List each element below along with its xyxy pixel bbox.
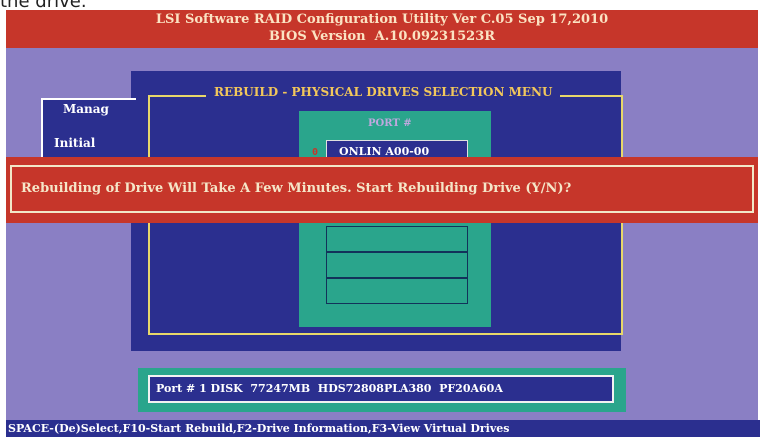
drive-slot-empty[interactable] <box>326 278 468 304</box>
rebuild-confirmation-prompt[interactable]: Rebuilding of Drive Will Take A Few Minu… <box>10 165 754 213</box>
caption-text: the drive. <box>0 0 200 10</box>
drive-info-panel: Port # 1 DISK 77247MB HDS72808PLA380 PF2… <box>138 368 626 412</box>
title-bar: LSI Software RAID Configuration Utility … <box>6 10 758 48</box>
key-help-bar: SPACE-(De)Select,F10-Start Rebuild,F2-Dr… <box>6 420 760 437</box>
confirmation-dialog: Rebuilding of Drive Will Take A Few Minu… <box>6 157 758 223</box>
rebuild-menu-title: REBUILD - PHYSICAL DRIVES SELECTION MENU <box>206 85 561 99</box>
menu-item-initialize[interactable]: Initial <box>54 136 95 150</box>
utility-title: LSI Software RAID Configuration Utility … <box>155 12 609 27</box>
drive-slot-empty[interactable] <box>326 226 468 252</box>
drive-info-text: Port # 1 DISK 77247MB HDS72808PLA380 PF2… <box>148 375 614 403</box>
port-column-header: PORT # <box>368 118 412 129</box>
drive-slot-empty[interactable] <box>326 252 468 278</box>
bios-screen: LSI Software RAID Configuration Utility … <box>6 10 760 437</box>
bios-version: BIOS Version A.10.09231523R <box>268 29 496 44</box>
management-menu-title: Manag <box>61 102 111 116</box>
